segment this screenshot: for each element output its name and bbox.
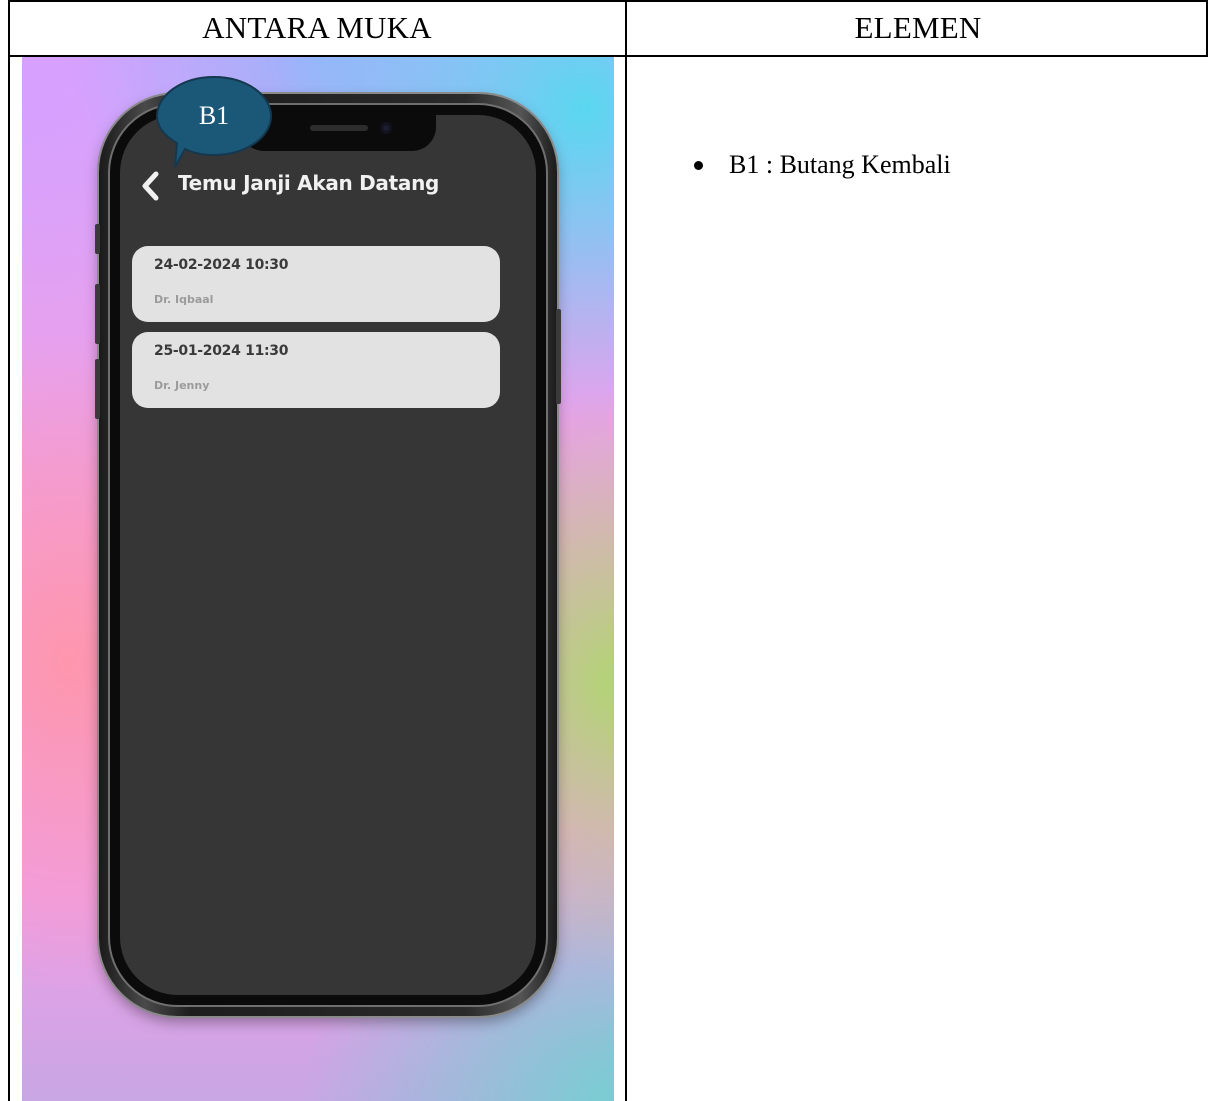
app-nav-bar: Temu Janji Akan Datang: [120, 165, 536, 215]
header-antara-muka: ANTARA MUKA: [202, 10, 432, 45]
appointment-doctor: Dr. Iqbaal: [154, 293, 214, 306]
page-title: Temu Janji Akan Datang: [178, 171, 440, 195]
speaker-grille: [310, 125, 368, 131]
camera-icon: [380, 122, 392, 134]
callout-bubble: B1: [155, 75, 273, 168]
element-description: B1 : Butang Kembali: [729, 150, 951, 179]
phone-power-button: [556, 309, 561, 404]
appointment-card[interactable]: 25-01-2024 11:30 Dr. Jenny: [132, 332, 500, 408]
appointment-doctor: Dr. Jenny: [154, 379, 210, 392]
table-left-border: [8, 0, 10, 1101]
elements-list: B1 : Butang Kembali: [694, 146, 951, 184]
phone-side-button: [95, 224, 100, 254]
appointment-datetime: 25-01-2024 11:30: [154, 343, 289, 359]
app-screen: Temu Janji Akan Datang 24-02-2024 10:30 …: [120, 115, 536, 995]
bullet-icon: [694, 160, 703, 170]
callout-label: B1: [198, 101, 230, 130]
phone-frame: Temu Janji Akan Datang 24-02-2024 10:30 …: [95, 94, 561, 1016]
mockup-background: Temu Janji Akan Datang 24-02-2024 10:30 …: [22, 57, 614, 1101]
appointment-datetime: 24-02-2024 10:30: [154, 257, 289, 273]
layout-table: ANTARA MUKA ELEMEN Temu Janji Akan Datan…: [8, 0, 1208, 1101]
list-item: B1 : Butang Kembali: [694, 146, 951, 184]
phone-volume-up: [95, 284, 100, 344]
chevron-left-icon: [142, 171, 159, 201]
phone-volume-down: [95, 359, 100, 419]
back-button[interactable]: [138, 169, 164, 203]
header-elemen: ELEMEN: [854, 10, 982, 45]
table-column-divider: [625, 0, 627, 1101]
phone-bezel: Temu Janji Akan Datang 24-02-2024 10:30 …: [108, 103, 548, 1007]
appointment-card[interactable]: 24-02-2024 10:30 Dr. Iqbaal: [132, 246, 500, 322]
